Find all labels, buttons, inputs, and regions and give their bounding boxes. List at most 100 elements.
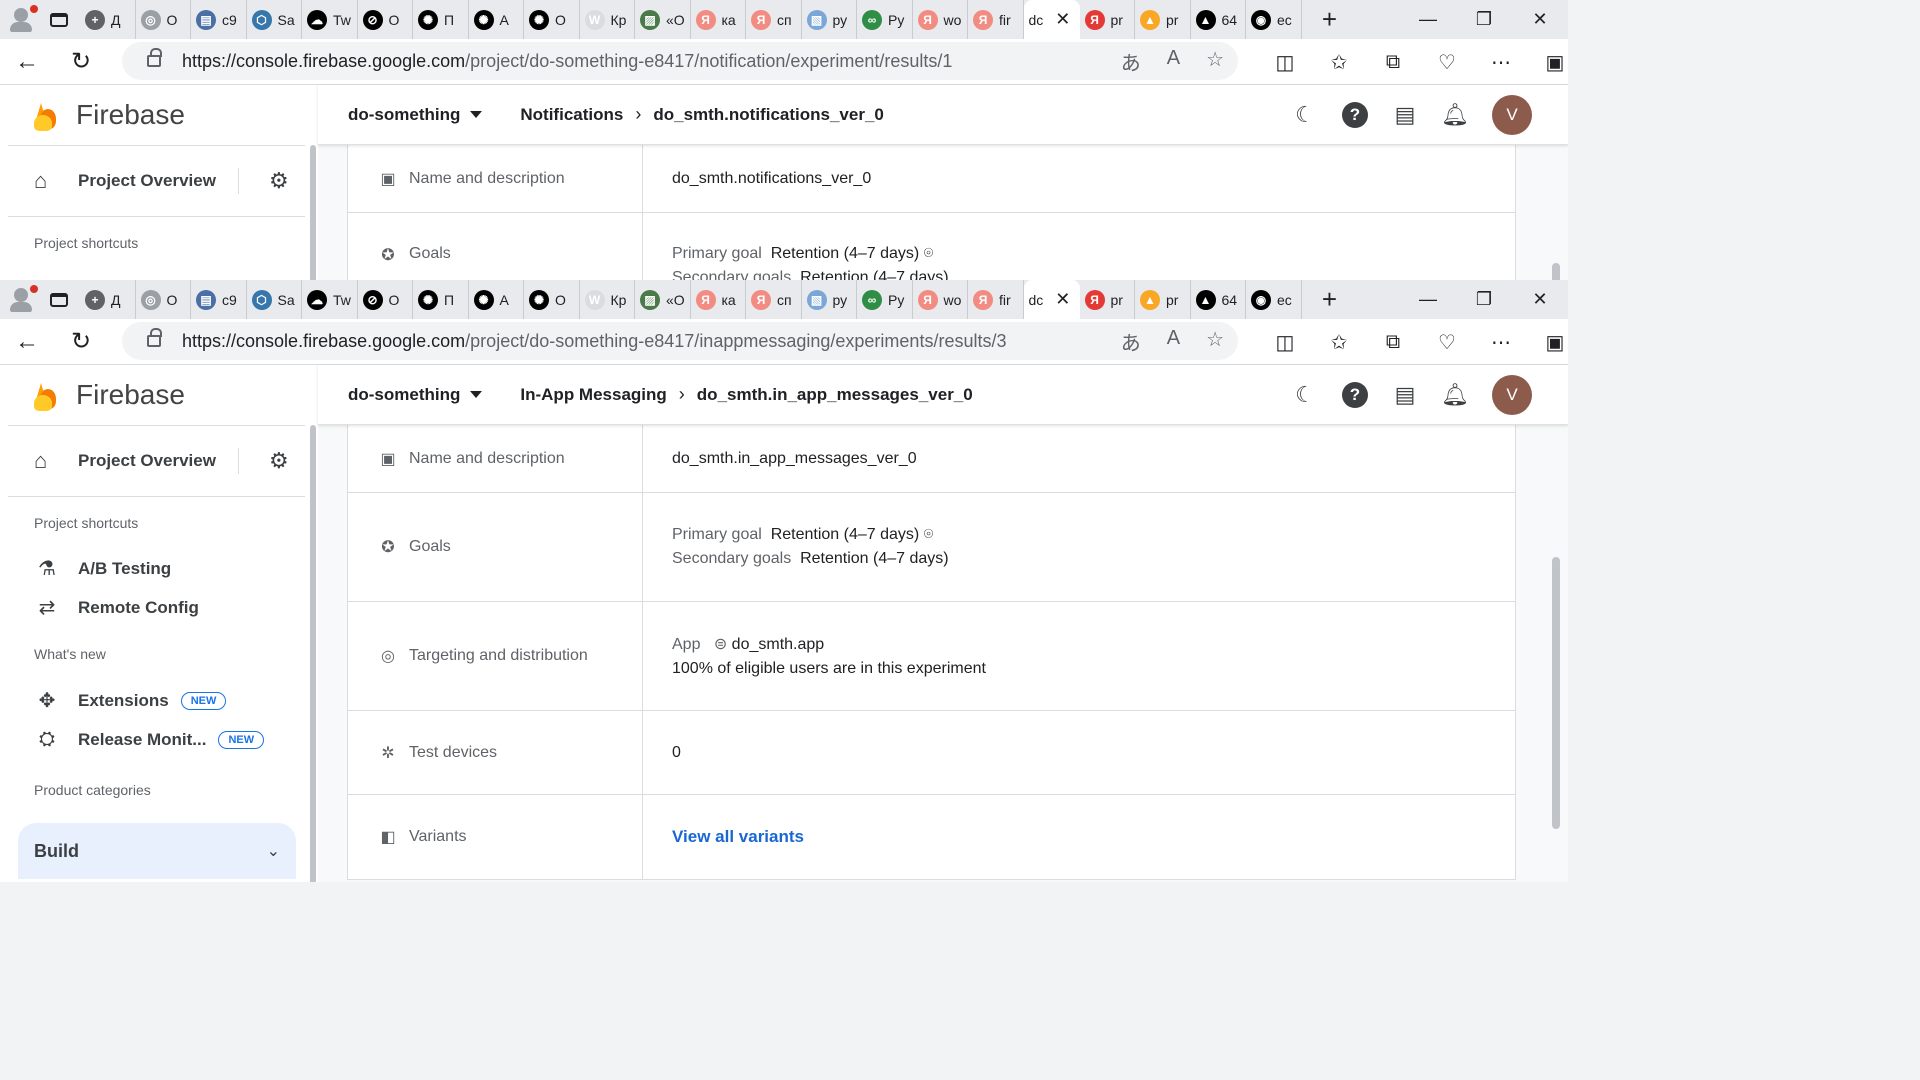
browser-tab[interactable]: ✺ А xyxy=(469,280,524,319)
tab-actions-icon[interactable] xyxy=(44,280,74,319)
minimize-button[interactable]: — xyxy=(1400,0,1456,39)
browser-tab[interactable]: ∞ Ру xyxy=(857,280,913,319)
browser-tab[interactable]: ▤ c9 xyxy=(191,0,247,39)
close-window-button[interactable]: ✕ xyxy=(1512,280,1568,319)
breadcrumb-section[interactable]: Notifications xyxy=(520,105,623,125)
firebase-logo[interactable]: Firebase xyxy=(8,85,305,145)
sidebar-scrollbar[interactable] xyxy=(310,145,316,280)
minimize-button[interactable]: — xyxy=(1400,280,1456,319)
bell-icon[interactable]: 🔔︎ xyxy=(1441,382,1469,408)
browser-tab[interactable]: Яка xyxy=(691,280,746,319)
translate-icon[interactable]: あ xyxy=(1121,327,1141,356)
browser-tab[interactable]: Яfir xyxy=(968,0,1024,39)
project-selector[interactable]: do-something xyxy=(348,105,460,125)
browser-tab[interactable]: Яка xyxy=(691,0,746,39)
more-menu-icon[interactable]: ⋯ xyxy=(1474,50,1528,75)
browser-tab[interactable]: ▧ ру xyxy=(802,0,857,39)
browser-tab[interactable]: Ясп xyxy=(746,280,802,319)
profile-avatar-icon[interactable] xyxy=(0,280,44,319)
address-bar[interactable]: https://console.firebase.google.com/proj… xyxy=(122,322,1238,360)
active-browser-tab[interactable]: dc ✕ xyxy=(1023,0,1080,39)
browser-tab[interactable]: + Д xyxy=(80,280,136,319)
release-notes-icon[interactable]: ▤ xyxy=(1392,102,1418,128)
collections-icon[interactable]: ⧉ xyxy=(1366,331,1420,354)
new-tab-button[interactable]: + xyxy=(1310,284,1350,315)
read-aloud-icon[interactable]: A xyxy=(1167,47,1180,76)
browser-tab[interactable]: Яwo xyxy=(913,0,968,39)
avatar[interactable]: V xyxy=(1492,374,1532,415)
browser-tab[interactable]: ✺ П xyxy=(413,280,469,319)
collections-icon[interactable]: ⧉ xyxy=(1366,51,1420,74)
browser-tab[interactable]: ▧ ру xyxy=(802,280,857,319)
bell-icon[interactable]: 🔔︎ xyxy=(1441,102,1469,128)
browser-tab[interactable]: + Д xyxy=(80,0,136,39)
gear-icon[interactable]: ⚙ xyxy=(269,448,289,474)
browser-tab[interactable]: ⬡ Sa xyxy=(247,0,302,39)
tab-actions-icon[interactable] xyxy=(44,0,74,39)
chevron-down-icon[interactable] xyxy=(470,391,483,398)
help-icon[interactable]: ? xyxy=(1342,101,1368,128)
build-category[interactable]: Build ⌄ xyxy=(18,823,296,879)
release-notes-icon[interactable]: ▤ xyxy=(1392,382,1418,408)
project-overview-item[interactable]: ⌂ Project Overview ⚙ xyxy=(8,426,305,496)
browser-tab[interactable]: ▨ «О xyxy=(635,280,691,319)
browser-tab[interactable]: ∞ Ру xyxy=(857,0,913,39)
browser-tab[interactable]: ◉ ес xyxy=(1246,0,1302,39)
read-aloud-icon[interactable]: A xyxy=(1167,327,1180,356)
active-browser-tab[interactable]: dc ✕ xyxy=(1023,280,1080,319)
browser-essentials-icon[interactable]: ♡ xyxy=(1420,50,1474,75)
main-scrollbar[interactable] xyxy=(1552,263,1560,280)
close-window-button[interactable]: ✕ xyxy=(1512,0,1568,39)
favorites-icon[interactable]: ✩ xyxy=(1312,330,1366,355)
view-all-variants-link[interactable]: View all variants xyxy=(672,827,1515,847)
profile-avatar-icon[interactable] xyxy=(0,0,44,39)
browser-tab[interactable]: ⊘ О xyxy=(358,280,413,319)
breadcrumb-section[interactable]: In-App Messaging xyxy=(520,385,666,405)
favorites-icon[interactable]: ✩ xyxy=(1312,50,1366,75)
close-tab-icon[interactable]: ✕ xyxy=(1055,9,1070,30)
browser-tab[interactable]: ▲ 64 xyxy=(1191,0,1246,39)
restore-button[interactable]: ❐ xyxy=(1456,280,1512,319)
browser-tab[interactable]: ◉ ес xyxy=(1246,280,1302,319)
browser-tab[interactable]: ✺ П xyxy=(413,0,469,39)
browser-tab[interactable]: ✺ А xyxy=(469,0,524,39)
split-screen-icon[interactable]: ◫ xyxy=(1258,50,1312,75)
browser-tab[interactable]: Яwo xyxy=(913,280,968,319)
browser-tab[interactable]: Яfir xyxy=(968,280,1024,319)
browser-tab[interactable]: ▲ 64 xyxy=(1191,280,1246,319)
back-button[interactable]: ← xyxy=(0,328,54,356)
browser-tab[interactable]: W Кр xyxy=(580,280,635,319)
gear-icon[interactable]: ⚙ xyxy=(269,168,289,194)
browser-tab[interactable]: ▨ «О xyxy=(635,0,691,39)
browser-tab[interactable]: Яpr xyxy=(1080,280,1135,319)
browser-tab[interactable]: ✺ О xyxy=(524,280,580,319)
browser-tab[interactable]: ☁ Tw xyxy=(302,280,358,319)
browser-essentials-icon[interactable]: ♡ xyxy=(1420,330,1474,355)
reload-button[interactable]: ↻ xyxy=(54,327,108,356)
browser-tab[interactable]: ▲ pr xyxy=(1135,0,1191,39)
browser-tab[interactable]: ◎ О xyxy=(136,0,191,39)
browser-tab[interactable]: ▲ pr xyxy=(1135,280,1191,319)
address-bar[interactable]: https://console.firebase.google.com/proj… xyxy=(122,42,1238,80)
favorite-star-icon[interactable]: ☆ xyxy=(1206,327,1224,356)
browser-tab[interactable]: ☁ Tw xyxy=(302,0,358,39)
main-scrollbar[interactable] xyxy=(1552,557,1560,829)
firebase-logo[interactable]: Firebase xyxy=(8,365,305,425)
sidebar-item-remote-config[interactable]: ⇄ Remote Config xyxy=(8,588,305,627)
project-overview-item[interactable]: ⌂ Project Overview ⚙ xyxy=(8,146,305,216)
browser-tab[interactable]: Яpr xyxy=(1080,0,1135,39)
sidebar-item-release-monitoring[interactable]: ⛭ Release Monit... NEW xyxy=(8,720,305,759)
back-button[interactable]: ← xyxy=(0,48,54,76)
avatar[interactable]: V xyxy=(1492,94,1532,135)
dark-mode-icon[interactable]: ☾ xyxy=(1292,382,1318,408)
browser-tab[interactable]: W Кр xyxy=(580,0,635,39)
sidebar-toggle-icon[interactable]: ▣ xyxy=(1528,50,1568,75)
new-tab-button[interactable]: + xyxy=(1310,4,1350,35)
sidebar-item-extensions[interactable]: ✥ Extensions NEW xyxy=(8,681,305,720)
more-menu-icon[interactable]: ⋯ xyxy=(1474,330,1528,355)
sidebar-scrollbar[interactable] xyxy=(310,425,316,882)
favorite-star-icon[interactable]: ☆ xyxy=(1206,47,1224,76)
close-tab-icon[interactable]: ✕ xyxy=(1055,289,1070,310)
browser-tab[interactable]: ◎ О xyxy=(136,280,191,319)
translate-icon[interactable]: あ xyxy=(1121,47,1141,76)
